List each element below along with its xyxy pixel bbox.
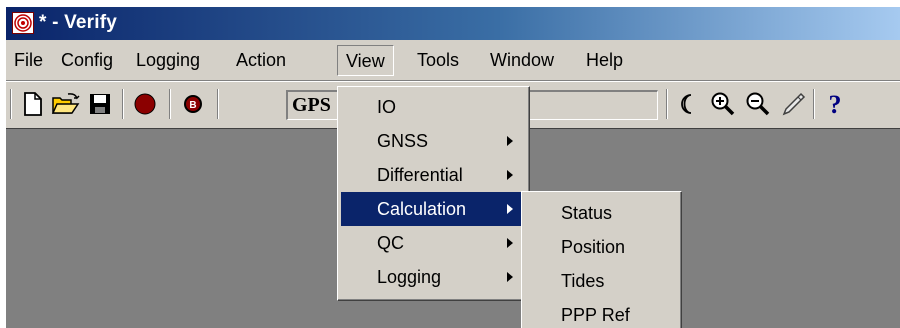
- view-menu-item-gnss[interactable]: GNSS: [341, 124, 526, 158]
- submenu-arrow-icon: [507, 136, 513, 146]
- title-bar[interactable]: * - Verify: [6, 7, 900, 40]
- source-combo-value: GPS: [292, 94, 331, 116]
- view-menu-item-differential[interactable]: Differential: [341, 158, 526, 192]
- calc-submenu-item-ppp-ref[interactable]: PPP Ref: [525, 298, 678, 328]
- open-folder-icon[interactable]: [51, 88, 81, 120]
- submenu-arrow-icon: [507, 272, 513, 282]
- submenu-arrow-icon: [507, 170, 513, 180]
- menu-help[interactable]: Help: [586, 40, 623, 80]
- record-b-icon[interactable]: B: [178, 88, 208, 120]
- window-title: * - Verify: [39, 12, 118, 33]
- view-menu-item-io[interactable]: IO: [341, 90, 526, 124]
- application-window: * - Verify File Config Logging Action Vi…: [6, 7, 900, 328]
- toolbar-separator: [666, 89, 668, 119]
- save-disk-icon[interactable]: [85, 88, 115, 120]
- view-menu-item-calculation[interactable]: Calculation: [341, 192, 526, 226]
- menu-window[interactable]: Window: [490, 40, 554, 80]
- record-icon[interactable]: [130, 88, 160, 120]
- menu-file[interactable]: File: [14, 40, 43, 80]
- calculation-submenu: Status Position Tides PPP Ref: [521, 191, 682, 328]
- menu-action[interactable]: Action: [236, 40, 286, 80]
- menu-logging[interactable]: Logging: [136, 40, 200, 80]
- moon-icon[interactable]: [672, 88, 702, 120]
- app-target-icon[interactable]: [12, 12, 34, 34]
- calc-submenu-item-position[interactable]: Position: [525, 230, 678, 264]
- new-file-icon[interactable]: [18, 88, 48, 120]
- calc-submenu-item-tides[interactable]: Tides: [525, 264, 678, 298]
- toolbar-separator: [122, 89, 124, 119]
- zoom-out-icon[interactable]: [743, 88, 773, 120]
- menu-tools[interactable]: Tools: [417, 40, 459, 80]
- toolbar-separator: [169, 89, 171, 119]
- submenu-arrow-icon: [507, 204, 513, 214]
- menu-view[interactable]: View: [337, 45, 394, 76]
- calc-submenu-item-status[interactable]: Status: [525, 196, 678, 230]
- toolbar-separator: [813, 89, 815, 119]
- menu-config[interactable]: Config: [61, 40, 113, 80]
- view-menu-item-qc[interactable]: QC: [341, 226, 526, 260]
- toolbar-grip: [10, 89, 12, 119]
- view-menu-item-logging[interactable]: Logging: [341, 260, 526, 294]
- svg-text:B: B: [189, 100, 196, 111]
- help-icon[interactable]: ?: [820, 88, 850, 120]
- svg-text:?: ?: [829, 91, 842, 117]
- menu-bar: File Config Logging Action View Tools Wi…: [6, 40, 900, 80]
- zoom-in-icon[interactable]: [708, 88, 738, 120]
- submenu-arrow-icon: [507, 238, 513, 248]
- toolbar-separator: [217, 89, 219, 119]
- view-menu-dropdown: IO GNSS Differential Calculation QC Logg…: [337, 86, 530, 301]
- pencil-icon[interactable]: [779, 88, 809, 120]
